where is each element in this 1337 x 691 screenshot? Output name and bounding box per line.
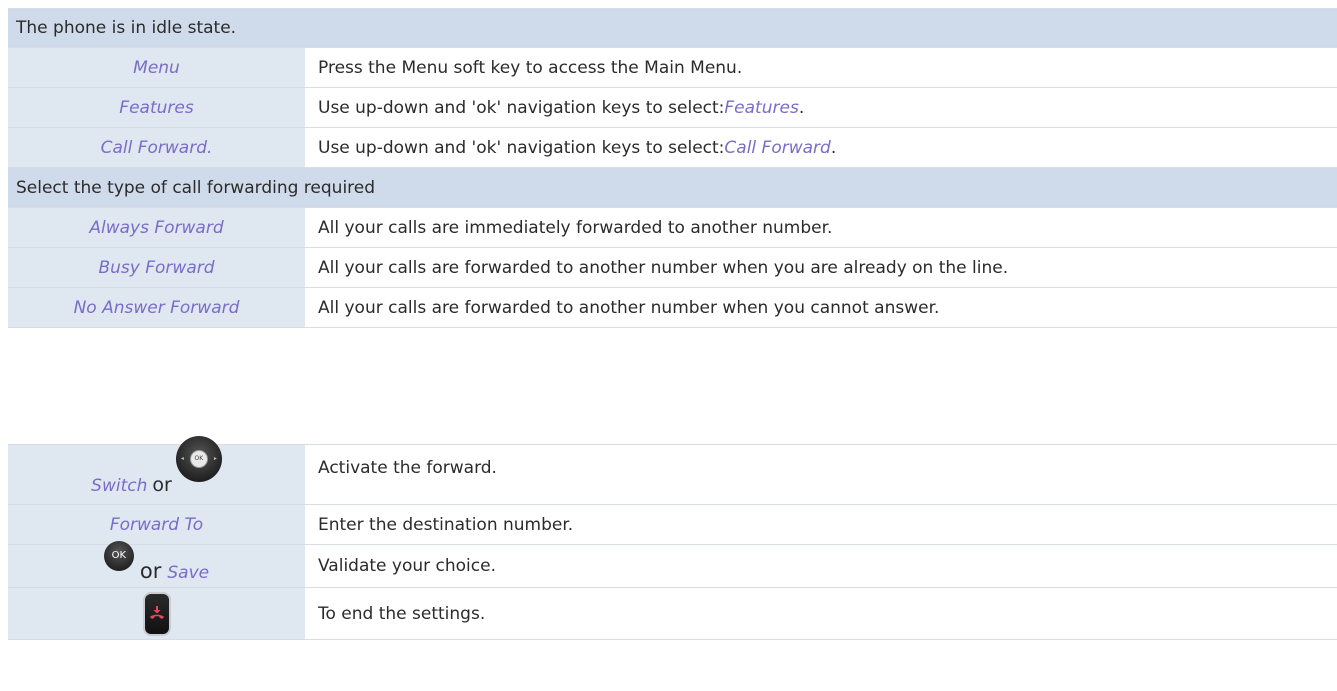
- row-description: Use up-down and 'ok' navigation keys to …: [306, 88, 1337, 127]
- forward-type-label: Always Forward: [8, 208, 306, 247]
- or-connector: or: [139, 559, 162, 583]
- switch-label: Switch: [91, 476, 148, 496]
- description-text: Use up-down and 'ok' navigation keys to …: [318, 137, 725, 158]
- nav-right-arrow-icon: ▸: [213, 455, 217, 462]
- ok-key-icon: OK: [103, 541, 134, 571]
- table-row: Features Use up-down and 'ok' navigation…: [8, 88, 1337, 128]
- nav-left-arrow-icon: ◂: [180, 455, 184, 462]
- description-emphasis: Call Forward: [724, 137, 831, 158]
- row-description: Validate your choice.: [318, 556, 496, 576]
- row-description: Activate the forward.: [318, 458, 497, 478]
- description-tail: .: [798, 97, 805, 118]
- instructions-table-top: The phone is in idle state. Menu Press t…: [8, 8, 1337, 328]
- description-tail: .: [830, 137, 837, 158]
- forward-type-label: No Answer Forward: [8, 288, 306, 327]
- table-row: Always Forward All your calls are immedi…: [8, 208, 1337, 248]
- section-header-text: Select the type of call forwarding requi…: [16, 177, 376, 198]
- hang-up-glyph-icon: [149, 605, 164, 619]
- instructions-table-bottom: Switch or ◂ OK ▸ Activate the forward. F…: [8, 436, 1337, 640]
- table-row: Menu Press the Menu soft key to access t…: [8, 48, 1337, 88]
- table-row: Busy Forward All your calls are forwarde…: [8, 248, 1337, 288]
- table-row: No Answer Forward All your calls are for…: [8, 288, 1337, 328]
- row-description: All your calls are forwarded to another …: [318, 257, 1009, 278]
- row-description: All your calls are forwarded to another …: [318, 297, 940, 318]
- section-header-idle: The phone is in idle state.: [8, 8, 1337, 48]
- table-row: Call Forward. Use up-down and 'ok' navig…: [8, 128, 1337, 168]
- description-text: Press the Menu soft key to access the Ma…: [318, 57, 743, 78]
- soft-key-label: Menu: [8, 48, 306, 87]
- row-description: Enter the destination number.: [318, 514, 574, 535]
- table-row: OK or Save Validate your choice.: [8, 541, 1337, 588]
- save-key-cell: OK or Save: [8, 541, 306, 587]
- save-label: Save: [167, 563, 210, 583]
- row-description: To end the settings.: [318, 603, 486, 624]
- forward-to-label: Forward To: [8, 505, 306, 544]
- description-text: Use up-down and 'ok' navigation keys to …: [318, 97, 725, 118]
- row-description: Use up-down and 'ok' navigation keys to …: [306, 128, 1337, 167]
- menu-item-label: Features: [8, 88, 306, 127]
- table-row: Forward To Enter the destination number.: [8, 505, 1337, 545]
- hang-up-key-icon: [144, 593, 169, 634]
- row-description: All your calls are immediately forwarded…: [318, 217, 833, 238]
- section-header-forward-type: Select the type of call forwarding requi…: [8, 168, 1337, 208]
- forward-type-label: Busy Forward: [8, 248, 306, 287]
- menu-item-label: Call Forward.: [8, 128, 306, 167]
- switch-key-cell: Switch or ◂ OK ▸: [8, 436, 306, 504]
- navigation-key-icon: ◂ OK ▸: [175, 436, 222, 482]
- section-header-text: The phone is in idle state.: [16, 18, 237, 38]
- description-emphasis: Features: [724, 97, 799, 118]
- nav-ok-center-icon: OK: [189, 450, 208, 468]
- hang-up-key-cell: [8, 588, 306, 639]
- or-connector: or: [152, 474, 172, 496]
- table-row: To end the settings.: [8, 588, 1337, 640]
- table-row: Switch or ◂ OK ▸ Activate the forward.: [8, 436, 1337, 505]
- row-description: Press the Menu soft key to access the Ma…: [306, 48, 1337, 87]
